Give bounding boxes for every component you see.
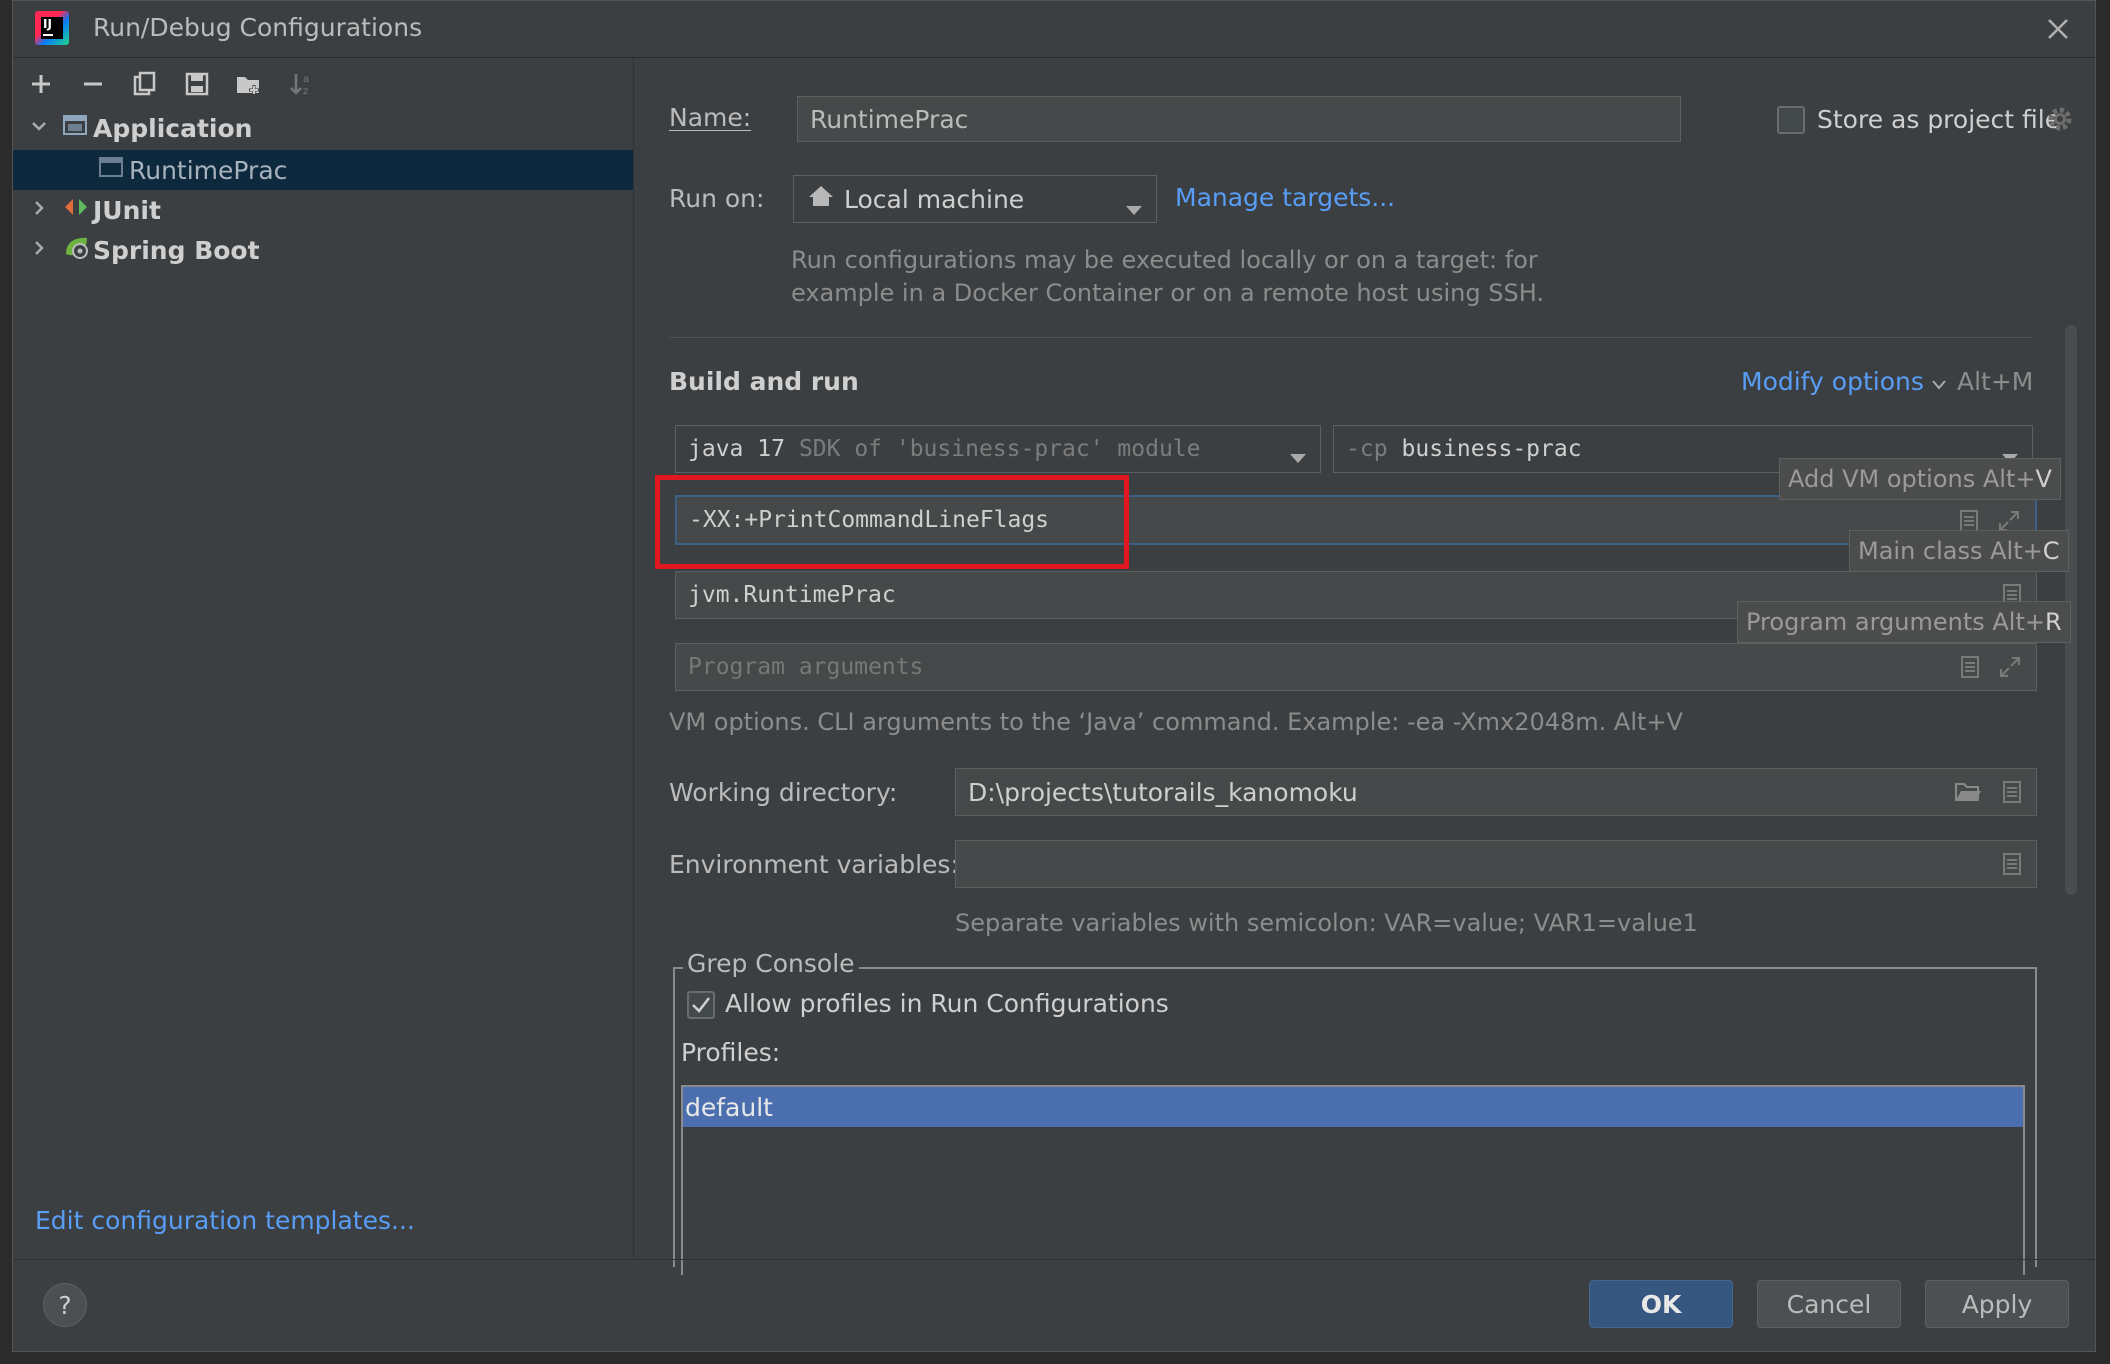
run-on-label: Run on: [669, 184, 765, 213]
highlight-box [655, 475, 1129, 569]
tree-item-label: Application [93, 113, 253, 143]
tooltip-add-vm-options: Add VM options Alt+ V [1779, 458, 2061, 500]
cp-prefix: -cp [1346, 436, 1388, 462]
checkmark-icon [692, 997, 710, 1013]
tree-item-junit[interactable]: JUnit [13, 190, 633, 230]
working-directory-field[interactable]: D:\projects\tutorails_kanomoku [955, 768, 2037, 816]
edit-configuration-templates-link[interactable]: Edit configuration templates... [35, 1206, 415, 1235]
tooltip-text: Add VM options Alt+ [1788, 465, 2036, 493]
profiles-label: Profiles: [681, 1038, 781, 1067]
jdk-main: java 17 [688, 436, 785, 462]
environment-variables-label: Environment variables: [669, 850, 959, 879]
tree-item-spring-boot[interactable]: Spring Boot [13, 230, 633, 270]
expand-icon[interactable] [1998, 655, 2022, 685]
modify-options-label: Modify options [1741, 367, 1924, 396]
tree-item-application[interactable]: Application [13, 108, 633, 148]
chevron-down-icon [1126, 193, 1142, 222]
run-on-hint-line1: Run configurations may be executed local… [791, 246, 1538, 274]
run-debug-dialog: IJ Run/Debug Configurations az Applicati… [12, 0, 2097, 1354]
program-arguments-placeholder: Program arguments [688, 654, 924, 680]
tooltip-key: R [2045, 608, 2062, 636]
document-icon[interactable] [1960, 655, 1980, 685]
chevron-down-icon [1932, 367, 1946, 396]
build-and-run-heading: Build and run [669, 367, 859, 396]
grep-console-group: Grep Console Allow profiles in Run Confi… [673, 949, 2037, 1275]
gear-icon[interactable] [2045, 104, 2075, 140]
separator [669, 337, 2033, 338]
apply-button[interactable]: Apply [1925, 1280, 2069, 1328]
junit-icon [63, 196, 89, 224]
add-icon[interactable] [23, 66, 59, 102]
spring-boot-icon [63, 234, 91, 266]
application-icon [63, 114, 87, 142]
home-icon [808, 184, 834, 214]
cancel-button[interactable]: Cancel [1757, 1280, 1901, 1328]
jdk-detail: SDK of 'business-prac' module [798, 436, 1201, 462]
main-class-value: jvm.RuntimePrac [688, 582, 896, 608]
document-icon[interactable] [2002, 780, 2022, 810]
tooltip-key: V [2035, 465, 2052, 493]
save-icon[interactable] [179, 66, 215, 102]
close-icon[interactable] [2038, 9, 2078, 49]
help-button[interactable]: ? [43, 1283, 87, 1327]
manage-targets-link[interactable]: Manage targets... [1175, 183, 1395, 212]
configuration-tree-panel: az Application RuntimePrac JUnit Spring … [13, 58, 634, 1258]
tooltip-program-arguments: Program arguments Alt+ R [1737, 601, 2071, 643]
profile-list-item[interactable]: default [683, 1087, 2023, 1127]
working-directory-label: Working directory: [669, 778, 898, 807]
chevron-down-icon [1290, 444, 1306, 470]
chevron-right-icon[interactable] [29, 236, 49, 264]
name-field[interactable]: RuntimePrac [797, 96, 1681, 142]
program-arguments-field[interactable]: Program arguments [675, 643, 2037, 691]
svg-text:z: z [303, 86, 308, 97]
intellij-logo-icon: IJ [35, 11, 69, 45]
run-on-hint-line2: example in a Docker Container or on a re… [791, 279, 1544, 307]
sort-icon[interactable]: az [283, 66, 319, 102]
document-icon[interactable] [2002, 852, 2022, 882]
application-icon [99, 156, 123, 184]
tree-item-label: RuntimePrac [129, 155, 288, 185]
remove-icon[interactable] [75, 66, 111, 102]
allow-profiles-label: Allow profiles in Run Configurations [725, 989, 1169, 1018]
vm-options-hint: VM options. CLI arguments to the ‘Java’ … [669, 708, 1683, 736]
store-as-project-file-checkbox[interactable] [1777, 106, 1805, 134]
allow-profiles-checkbox[interactable] [687, 991, 715, 1019]
chevron-down-icon[interactable] [29, 116, 49, 141]
tooltip-text: Main class Alt+ [1858, 537, 2043, 565]
profiles-list: default [681, 1085, 2025, 1275]
run-on-dropdown[interactable]: Local machine [793, 175, 1157, 223]
name-label: Name: [669, 103, 752, 132]
tooltip-text: Program arguments Alt+ [1746, 608, 2045, 636]
environment-variables-hint: Separate variables with semicolon: VAR=v… [955, 909, 1698, 937]
modify-options-shortcut: Alt+M [1957, 367, 2034, 396]
svg-text:a: a [303, 74, 309, 85]
tree-item-label: Spring Boot [93, 235, 260, 265]
tooltip-main-class: Main class Alt+ C [1849, 530, 2069, 572]
profile-name: default [685, 1092, 773, 1122]
store-as-project-file-label: Store as project file [1817, 105, 2061, 134]
grep-console-title: Grep Console [683, 949, 859, 978]
copy-icon[interactable] [127, 66, 163, 102]
working-directory-value: D:\projects\tutorails_kanomoku [968, 777, 1358, 807]
tree-toolbar: az [23, 64, 319, 104]
help-icon: ? [58, 1290, 72, 1320]
cp-value: business-prac [1401, 436, 1582, 462]
tooltip-key: C [2042, 537, 2060, 565]
chevron-right-icon[interactable] [29, 196, 49, 224]
dialog-footer: ? OK Cancel Apply [13, 1259, 2097, 1354]
modify-options-link[interactable]: Modify options [1741, 367, 1946, 396]
tree-item-runtimeprac[interactable]: RuntimePrac [13, 150, 633, 190]
new-folder-icon[interactable] [231, 66, 267, 102]
dialog-title: Run/Debug Configurations [93, 13, 423, 42]
tree-item-label: JUnit [93, 195, 161, 225]
run-on-value: Local machine [844, 184, 1025, 214]
configuration-form: Name: RuntimePrac Store as project file … [633, 58, 2097, 1275]
environment-variables-field[interactable] [955, 840, 2037, 888]
folder-icon[interactable] [1954, 780, 1982, 810]
jdk-dropdown[interactable]: java 17 SDK of 'business-prac' module [675, 425, 1321, 473]
ok-button[interactable]: OK [1589, 1280, 1733, 1328]
title-bar: IJ Run/Debug Configurations [13, 1, 2097, 58]
